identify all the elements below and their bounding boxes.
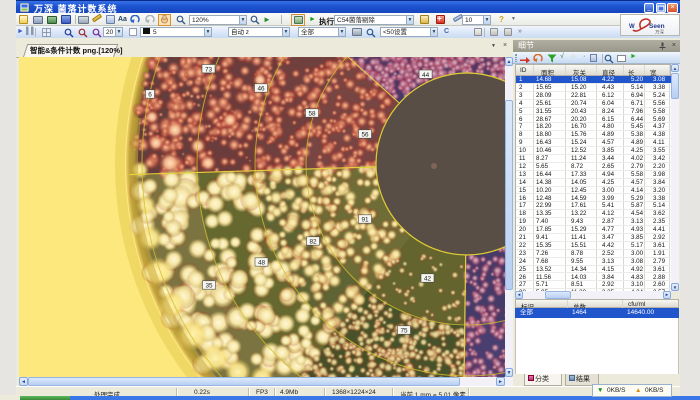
svg-text:44: 44 xyxy=(422,72,430,79)
svg-text:6: 6 xyxy=(148,92,152,99)
svg-text:48: 48 xyxy=(258,260,266,267)
svg-text:73: 73 xyxy=(205,66,213,73)
svg-text:35: 35 xyxy=(205,283,213,290)
svg-text:58: 58 xyxy=(308,111,316,118)
svg-text:75: 75 xyxy=(400,328,408,335)
svg-text:56: 56 xyxy=(361,132,369,139)
svg-text:46: 46 xyxy=(257,86,265,93)
svg-text:万深: 万深 xyxy=(655,29,664,36)
svg-text:42: 42 xyxy=(424,276,432,283)
svg-text:82: 82 xyxy=(309,239,317,246)
svg-text:W: W xyxy=(629,24,635,30)
svg-text:91: 91 xyxy=(361,217,369,224)
